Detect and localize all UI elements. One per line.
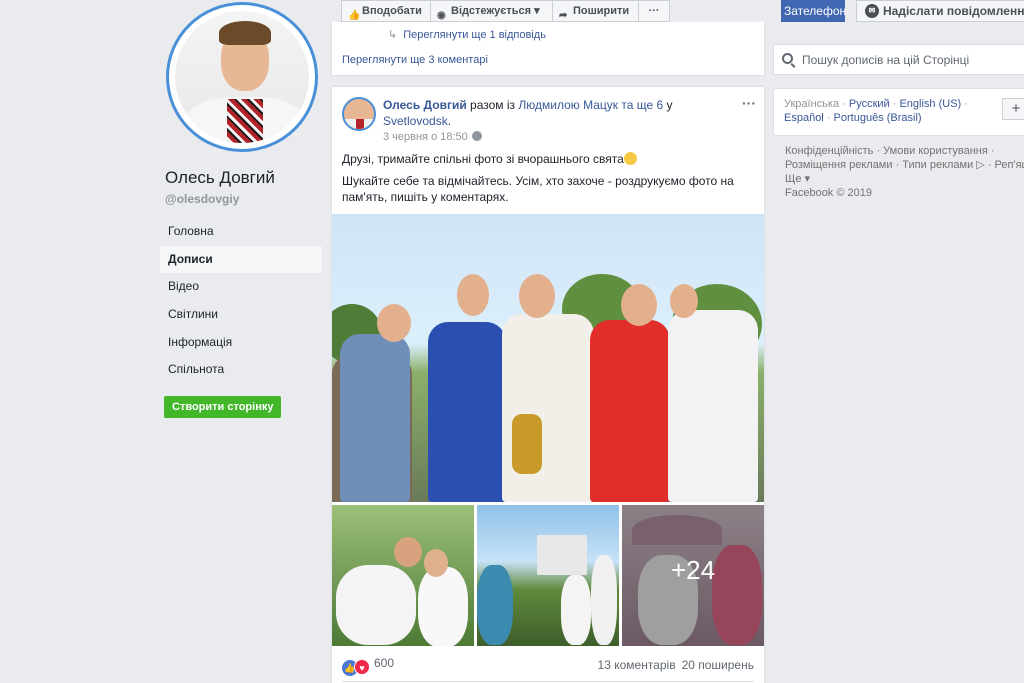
send-message-button[interactable]: ✉ Надіслати повідомлення [856, 0, 1024, 22]
nav-item-photos[interactable]: Світлини [160, 301, 322, 328]
add-language-button[interactable]: + [1002, 98, 1024, 120]
location-link[interactable]: Svetlovodsk [383, 114, 448, 128]
post-text-line2: Шукайте себе та відмічайтесь. Усім, хто … [342, 174, 734, 204]
globe-icon [471, 131, 482, 141]
current-language: Українська [784, 98, 840, 110]
view-replies-link[interactable]: ↳ Переглянути ще 1 відповідь [388, 28, 546, 41]
nav-item-community[interactable]: Спільнота [160, 356, 322, 383]
nav-item-posts[interactable]: Дописи [160, 245, 322, 273]
post-card: Олесь Довгий разом із Людмилою Мацук та … [331, 86, 765, 683]
post-header: Олесь Довгий разом із Людмилою Мацук та … [383, 98, 673, 128]
author-avatar[interactable] [342, 97, 376, 131]
post-stats: 13 коментарів 20 поширень [598, 658, 754, 672]
nav-item-videos[interactable]: Відео [160, 273, 322, 300]
more-photos-count: +24 [670, 555, 716, 585]
language-link[interactable]: Español [784, 112, 824, 124]
page-search-input[interactable] [802, 45, 1022, 74]
language-link[interactable]: English (US) [899, 98, 961, 110]
love-reaction-icon: ♥ [354, 659, 370, 675]
follow-button[interactable]: ◉ Відстежується ▾ [430, 0, 553, 22]
left-nav: Головна Дописи Відео Світлини Інформація… [160, 218, 322, 384]
shares-count-link[interactable]: 20 поширень [682, 658, 754, 672]
footer-links: Конфіденційність · Умови користування · … [785, 144, 1024, 200]
nav-item-about[interactable]: Інформація [160, 329, 322, 356]
page-handle[interactable]: @olesdovgiy [165, 192, 239, 206]
more-options-button[interactable]: ··· [638, 0, 670, 22]
tagged-others-link[interactable]: та ще 6 [618, 98, 663, 112]
call-button[interactable]: Зателефонувати [781, 0, 845, 22]
comments-count-link[interactable]: 13 коментарів [598, 658, 676, 672]
post-text-line1: Друзі, тримайте спільні фото зі вчорашнь… [342, 151, 762, 167]
post-photo-thumbnail[interactable] [477, 505, 619, 646]
language-link[interactable]: Português (Brasil) [834, 112, 922, 124]
profile-picture[interactable] [166, 2, 318, 152]
post-photo-thumbnail[interactable] [332, 505, 474, 646]
page-action-bar: 👍 Вподобати ◉ Відстежується ▾ ➦ Поширити… [331, 0, 765, 22]
nav-item-home[interactable]: Головна [160, 218, 322, 245]
previous-post-comments: ↳ Переглянути ще 1 відповідь Переглянути … [331, 22, 765, 76]
language-link[interactable]: Русский [849, 98, 890, 110]
post-photo-more[interactable]: +24 [622, 505, 764, 646]
view-more-comments-link[interactable]: Переглянути ще 3 коментарі [342, 54, 488, 66]
tagged-person-link[interactable]: Людмилою Мацук [518, 98, 618, 112]
reply-arrow-icon: ↳ [388, 29, 398, 41]
footer-line[interactable]: Конфіденційність · Умови користування · [785, 144, 1024, 158]
author-name-link[interactable]: Олесь Довгий [383, 98, 467, 112]
messenger-icon: ✉ [865, 4, 879, 18]
language-selector: Українська · Русский · English (US) · Es… [773, 88, 1024, 136]
post-timestamp[interactable]: 3 червня о 18:50 [383, 131, 482, 143]
like-page-button[interactable]: 👍 Вподобати [341, 0, 431, 22]
chevron-down-icon: ▾ [534, 5, 540, 17]
wink-emoji-icon [623, 152, 637, 165]
footer-more-link[interactable]: Ще ▾ [785, 172, 1024, 186]
share-button[interactable]: ➦ Поширити [552, 0, 639, 22]
footer-line[interactable]: Розміщення реклами · Типи реклами ▷ · Ре… [785, 158, 1024, 172]
page-title[interactable]: Олесь Довгий [165, 168, 275, 188]
page-search-box [773, 44, 1024, 75]
create-page-button[interactable]: Створити сторінку [164, 396, 282, 418]
post-photo-main[interactable] [332, 214, 764, 502]
copyright: Facebook © 2019 [785, 187, 872, 199]
search-icon [782, 53, 793, 64]
post-options-button[interactable]: ··· [742, 95, 756, 111]
reactions-summary[interactable]: 👍 ♥ 600 [342, 656, 394, 676]
divider [342, 681, 754, 682]
